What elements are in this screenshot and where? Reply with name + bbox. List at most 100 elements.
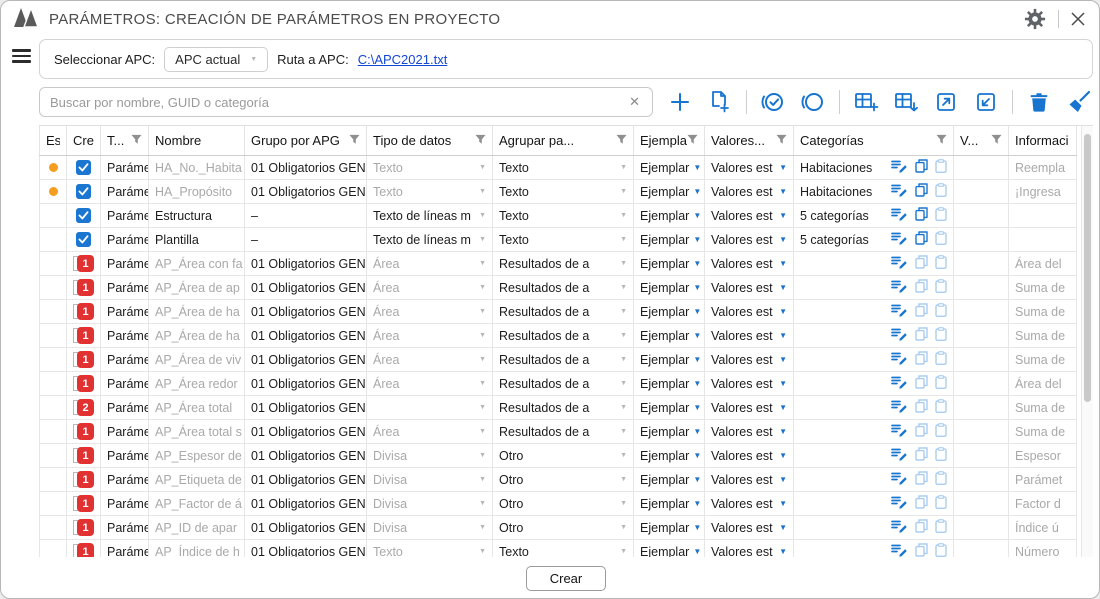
paste-icon[interactable] [935,255,947,272]
paste-icon[interactable] [935,231,947,248]
valores-select[interactable]: Valores est▼ [705,156,794,179]
search-box[interactable]: ✕ [39,87,653,117]
tipo-datos-select[interactable]: Área▼ [367,300,493,323]
agrupar-select[interactable]: Otro▼ [493,444,634,467]
valores-select[interactable]: Valores est▼ [705,420,794,443]
delete-icon[interactable] [1025,88,1053,116]
tipo-datos-select[interactable]: Divisa▼ [367,492,493,515]
ejemplar-select[interactable]: Ejemplar▼ [634,156,705,179]
agrupar-select[interactable]: Resultados de a▼ [493,300,634,323]
create-checkbox[interactable] [76,208,91,223]
valores-select[interactable]: Valores est▼ [705,516,794,539]
create-checkbox-with-warning[interactable]: 1 [73,351,94,368]
tipo-datos-select[interactable]: Área▼ [367,252,493,275]
edit-categories-icon[interactable] [891,447,908,464]
agrupar-select[interactable]: Resultados de a▼ [493,372,634,395]
search-input[interactable] [50,95,627,110]
edit-categories-icon[interactable] [891,375,908,392]
scrollbar-thumb[interactable] [1084,134,1091,402]
tipo-datos-select[interactable]: Área▼ [367,276,493,299]
tipo-datos-select[interactable]: ▼ [367,396,493,419]
agrupar-select[interactable]: Texto▼ [493,540,634,557]
paste-icon[interactable] [935,183,947,200]
paste-icon[interactable] [935,471,947,488]
valores-select[interactable]: Valores est▼ [705,300,794,323]
edit-categories-icon[interactable] [891,471,908,488]
copy-icon[interactable] [915,351,928,368]
paste-icon[interactable] [935,375,947,392]
create-checkbox-with-warning[interactable]: 2 [73,399,94,416]
copy-icon[interactable] [915,207,928,224]
ejemplar-select[interactable]: Ejemplar▼ [634,372,705,395]
ejemplar-select[interactable]: Ejemplar▼ [634,516,705,539]
ejemplar-select[interactable]: Ejemplar▼ [634,300,705,323]
create-checkbox-with-warning[interactable]: 1 [73,327,94,344]
edit-categories-icon[interactable] [891,423,908,440]
agrupar-select[interactable]: Resultados de a▼ [493,252,634,275]
cell-crear[interactable]: 1 [67,492,101,515]
apc-path-link[interactable]: C:\APC2021.txt [358,52,448,67]
create-checkbox-with-warning[interactable]: 1 [73,471,94,488]
filter-icon[interactable] [936,133,947,148]
paste-icon[interactable] [935,351,947,368]
cell-crear[interactable]: 1 [67,348,101,371]
close-icon[interactable] [1071,12,1085,26]
export-icon[interactable] [932,88,960,116]
clear-search-icon[interactable]: ✕ [627,94,642,110]
settings-gear-icon[interactable] [1024,8,1046,30]
cell-crear[interactable]: 1 [67,300,101,323]
table-insert-icon[interactable] [892,88,920,116]
apc-select[interactable]: APC actual ▼ [164,47,268,72]
valores-select[interactable]: Valores est▼ [705,372,794,395]
valores-select[interactable]: Valores est▼ [705,492,794,515]
import-icon[interactable] [972,88,1000,116]
valores-select[interactable]: Valores est▼ [705,204,794,227]
agrupar-select[interactable]: Resultados de a▼ [493,420,634,443]
edit-categories-icon[interactable] [891,279,908,296]
edit-categories-icon[interactable] [891,183,908,200]
edit-categories-icon[interactable] [891,303,908,320]
paste-icon[interactable] [935,543,947,557]
cell-crear[interactable]: 1 [67,468,101,491]
agrupar-select[interactable]: Texto▼ [493,180,634,203]
cell-crear[interactable]: 1 [67,276,101,299]
uncheck-all-icon[interactable] [799,88,827,116]
edit-categories-icon[interactable] [891,399,908,416]
create-checkbox-with-warning[interactable]: 1 [73,495,94,512]
create-checkbox[interactable] [76,184,91,199]
paste-icon[interactable] [935,159,947,176]
edit-categories-icon[interactable] [891,231,908,248]
ejemplar-select[interactable]: Ejemplar▼ [634,204,705,227]
tipo-datos-select[interactable]: Texto▼ [367,156,493,179]
ejemplar-select[interactable]: Ejemplar▼ [634,228,705,251]
copy-icon[interactable] [915,495,928,512]
paste-icon[interactable] [935,399,947,416]
copy-icon[interactable] [915,327,928,344]
menu-icon[interactable] [12,46,31,66]
create-checkbox-with-warning[interactable]: 1 [73,303,94,320]
cell-crear[interactable]: 1 [67,372,101,395]
tipo-datos-select[interactable]: Área▼ [367,324,493,347]
agrupar-select[interactable]: Resultados de a▼ [493,324,634,347]
filter-icon[interactable] [616,133,627,148]
edit-categories-icon[interactable] [891,159,908,176]
paste-icon[interactable] [935,495,947,512]
ejemplar-select[interactable]: Ejemplar▼ [634,492,705,515]
tipo-datos-select[interactable]: Divisa▼ [367,468,493,491]
copy-icon[interactable] [915,159,928,176]
agrupar-select[interactable]: Texto▼ [493,204,634,227]
agrupar-select[interactable]: Otro▼ [493,468,634,491]
copy-icon[interactable] [915,423,928,440]
edit-categories-icon[interactable] [891,351,908,368]
copy-icon[interactable] [915,543,928,557]
copy-icon[interactable] [915,447,928,464]
cell-crear[interactable]: 1 [67,324,101,347]
ejemplar-select[interactable]: Ejemplar▼ [634,468,705,491]
valores-select[interactable]: Valores est▼ [705,228,794,251]
vertical-scrollbar[interactable] [1081,126,1093,557]
create-checkbox-with-warning[interactable]: 1 [73,375,94,392]
copy-icon[interactable] [915,255,928,272]
tipo-datos-select[interactable]: Área▼ [367,372,493,395]
check-all-icon[interactable] [759,88,787,116]
paste-icon[interactable] [935,279,947,296]
